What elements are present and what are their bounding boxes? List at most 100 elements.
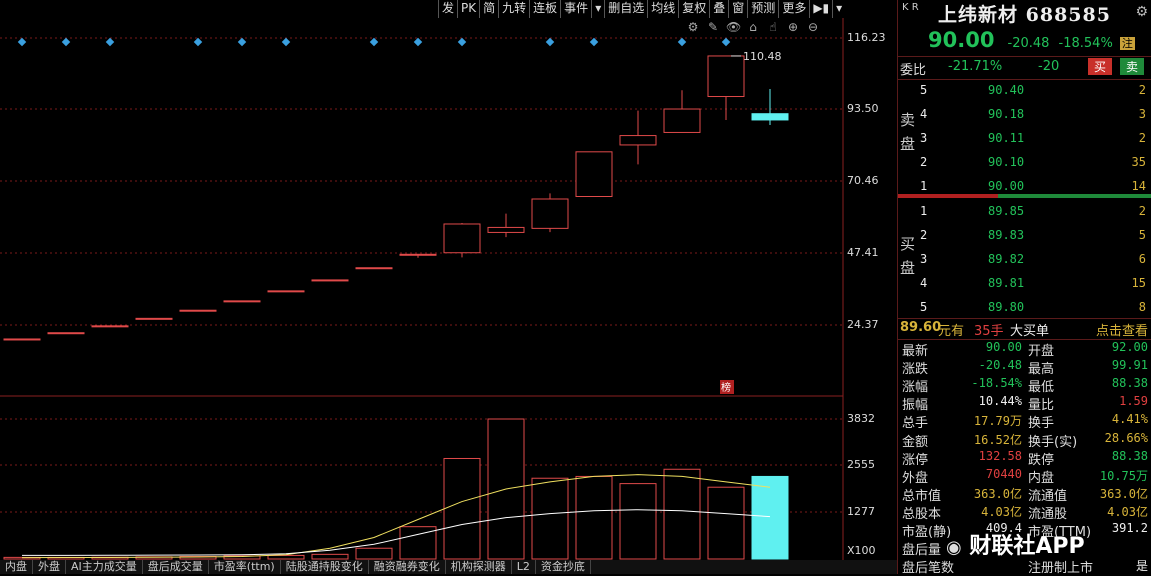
indicator-tab[interactable]: 陆股通持股变化 bbox=[281, 560, 369, 574]
stock-code: 688585 bbox=[1025, 4, 1111, 26]
sell-button[interactable]: 卖 bbox=[1120, 58, 1145, 75]
book-level: 5 bbox=[920, 300, 928, 314]
chart-tool-icon[interactable]: ⚙ bbox=[686, 20, 700, 34]
stat-label: 内盘 bbox=[1028, 470, 1055, 486]
toolbar-item[interactable]: ▾ bbox=[832, 0, 845, 18]
indicator-tabs: 内盘 外盘 AI主力成交量 盘后成交量 市盈率(ttm) 陆股通持股变化 融资融券变化 机构探… bbox=[0, 560, 897, 574]
stat-label: 外盘 bbox=[902, 470, 929, 486]
candle-body bbox=[311, 279, 349, 282]
indicator-tab[interactable]: L2 bbox=[512, 560, 536, 574]
book-level: 3 bbox=[920, 252, 928, 266]
candle-body bbox=[267, 290, 305, 293]
event-marker bbox=[677, 37, 687, 47]
candle-body bbox=[663, 108, 701, 133]
book-row: 5 90.40 2 bbox=[920, 83, 1150, 103]
event-marker bbox=[281, 37, 291, 47]
indicator-tab[interactable]: 外盘 bbox=[33, 560, 66, 574]
book-price: 89.81 bbox=[988, 276, 1025, 290]
stat-label: 流通值 bbox=[1028, 488, 1068, 504]
book-level: 1 bbox=[920, 204, 928, 218]
toolbar-item[interactable]: 复权 bbox=[678, 0, 709, 18]
stock-name: 上纬新材 bbox=[938, 4, 1019, 26]
weibi-diff: -20 bbox=[1038, 59, 1060, 74]
stat-label: 总手 bbox=[902, 416, 929, 432]
toolbar-item[interactable]: ▶▮ bbox=[809, 0, 832, 18]
volume-axis-tick: X100 bbox=[847, 544, 876, 557]
book-level: 4 bbox=[920, 107, 928, 121]
buy-button[interactable]: 买 bbox=[1088, 58, 1113, 75]
kline-chart[interactable]: 110.48 榜 bbox=[0, 0, 897, 574]
book-row: 2 89.83 5 bbox=[920, 228, 1150, 248]
book-volume: 14 bbox=[1131, 179, 1146, 193]
stats-row: 涨幅 -18.54% 最低 88.38 bbox=[898, 376, 1151, 396]
stat-label: 涨跌 bbox=[902, 362, 929, 378]
toolbar-item[interactable]: PK bbox=[457, 0, 479, 18]
indicator-tab[interactable]: 市盈率(ttm) bbox=[209, 560, 281, 574]
chart-tool-icon[interactable]: ☝ bbox=[766, 20, 780, 34]
stat-label: 流通股 bbox=[1028, 506, 1068, 522]
settings-icon[interactable]: ⚙ bbox=[1135, 4, 1148, 20]
volume-bar bbox=[575, 475, 613, 560]
toolbar-item[interactable]: 发 bbox=[438, 0, 457, 18]
event-marker bbox=[457, 37, 467, 47]
chart-tool-icon[interactable]: ✎ bbox=[706, 20, 720, 34]
chart-tool-icon[interactable]: ⊖ bbox=[806, 20, 820, 34]
price-axis-tick: 70.46 bbox=[847, 174, 879, 187]
indicator-tab[interactable]: 内盘 bbox=[0, 560, 33, 574]
stat-value: 1.59 bbox=[1119, 394, 1148, 409]
book-price: 90.11 bbox=[988, 131, 1025, 145]
weibo-icon: ◉ bbox=[946, 537, 962, 558]
candle-body bbox=[531, 198, 569, 229]
price-pct: -18.54% bbox=[1058, 36, 1113, 51]
toolbar-item[interactable]: 连板 bbox=[529, 0, 560, 18]
toolbar-item[interactable]: 窗 bbox=[728, 0, 747, 18]
toolbar-item[interactable]: 简 bbox=[479, 0, 498, 18]
stat-label: 涨幅 bbox=[902, 380, 929, 396]
chart-tool-icon[interactable]: 👁 bbox=[726, 20, 741, 34]
chart-tool-icon[interactable]: ⌂ bbox=[746, 20, 760, 34]
price-axis-tick: 116.23 bbox=[847, 31, 886, 44]
candle-body bbox=[223, 300, 261, 303]
stat-value: 70440 bbox=[985, 466, 1022, 481]
last-deal-link[interactable]: 点击查看 bbox=[1096, 320, 1148, 339]
toolbar-item[interactable]: 均线 bbox=[647, 0, 678, 18]
last-deal-label: 大买单 bbox=[1010, 324, 1050, 339]
stat-label: 总股本 bbox=[902, 506, 942, 522]
indicator-tab[interactable]: AI主力成交量 bbox=[66, 560, 143, 574]
toolbar-item[interactable]: 预测 bbox=[747, 0, 778, 18]
weibi-label: 委比 bbox=[900, 63, 927, 78]
indicator-tab[interactable]: 资金抄底 bbox=[536, 560, 591, 574]
volume-bar bbox=[619, 483, 657, 560]
book-volume: 35 bbox=[1131, 155, 1146, 169]
book-volume: 5 bbox=[1138, 228, 1146, 242]
indicator-tab[interactable]: 盘后成交量 bbox=[143, 560, 209, 574]
toolbar-item[interactable]: 更多 bbox=[778, 0, 809, 18]
toolbar-item[interactable]: 九转 bbox=[498, 0, 529, 18]
stat-label: 振幅 bbox=[902, 398, 929, 414]
stat-value: 4.41% bbox=[1111, 412, 1148, 427]
event-marker bbox=[237, 37, 247, 47]
last-deal-row: 89.60 元有 35手 大买单 点击查看 bbox=[898, 318, 1151, 340]
registration-badge: 注 bbox=[1119, 37, 1135, 50]
toolbar-item[interactable]: 删自选 bbox=[604, 0, 647, 18]
stat-label: 开盘 bbox=[1028, 344, 1055, 359]
toolbar-item[interactable]: 叠 bbox=[709, 0, 728, 18]
toolbar-item[interactable]: ▾ bbox=[591, 0, 604, 18]
indicator-tab[interactable]: 机构探测器 bbox=[446, 560, 512, 574]
buy-side-label: 买盘 bbox=[900, 235, 916, 277]
last-deal-unit: 元有 bbox=[938, 324, 965, 339]
stock-title: 上纬新材 688585 bbox=[938, 0, 1111, 27]
book-row: 5 89.80 8 bbox=[920, 300, 1150, 320]
toolbar-item[interactable]: 事件 bbox=[560, 0, 591, 18]
event-marker bbox=[721, 37, 731, 47]
indicator-tab[interactable]: 融资融券变化 bbox=[369, 560, 446, 574]
chart-tool-icons: ⚙ ✎ 👁 ⌂ ☝ ⊕ ⊖ bbox=[686, 20, 820, 34]
chart-tool-icon[interactable]: ⊕ bbox=[786, 20, 800, 34]
kr-label: K R bbox=[902, 2, 919, 13]
book-volume: 8 bbox=[1138, 300, 1146, 314]
stat-label: 注册制上市 bbox=[1028, 561, 1094, 576]
stat-value: 4.03亿 bbox=[981, 504, 1022, 519]
volume-bar bbox=[663, 468, 701, 560]
candle-body bbox=[47, 332, 85, 335]
book-volume: 15 bbox=[1131, 276, 1146, 290]
